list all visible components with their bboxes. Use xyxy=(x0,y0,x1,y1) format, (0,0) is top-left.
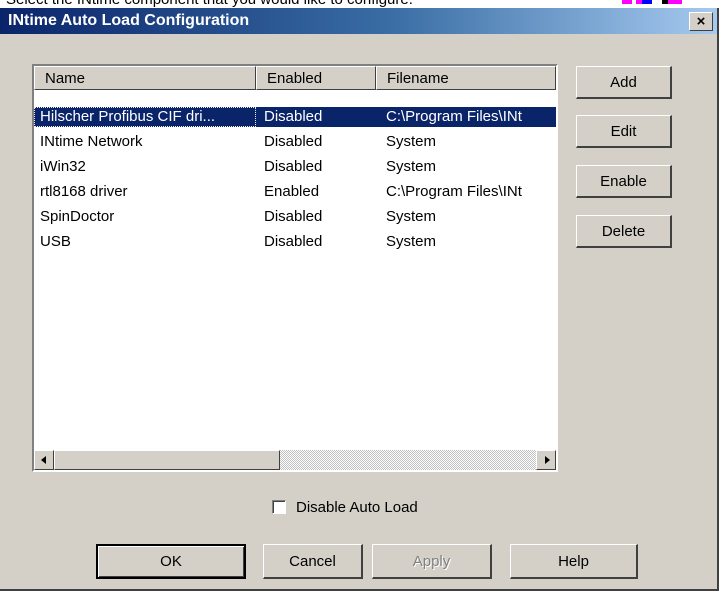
list-item-filename: C:\Program Files\INt xyxy=(386,183,522,200)
disable-auto-load-checkbox[interactable] xyxy=(272,500,286,514)
scroll-right-button[interactable] xyxy=(536,450,556,470)
background-window-strip: Select the INtime component that you wou… xyxy=(0,0,721,8)
delete-button[interactable]: Delete xyxy=(576,215,672,248)
list-item-enabled: Enabled xyxy=(264,183,320,200)
list-item-enabled: Disabled xyxy=(256,107,376,127)
arrow-right-icon xyxy=(545,456,550,464)
list-item[interactable]: iWin32 Disabled System xyxy=(34,157,556,182)
help-button[interactable]: Help xyxy=(510,544,638,579)
cancel-button[interactable]: Cancel xyxy=(263,544,363,579)
column-header-filename[interactable]: Filename xyxy=(376,66,556,90)
delete-button-label: Delete xyxy=(601,222,646,240)
add-button-label: Add xyxy=(610,73,637,91)
list-item-filename: System xyxy=(386,133,437,150)
auto-load-config-dialog: INtime Auto Load Configuration × Name En… xyxy=(0,8,719,591)
help-button-label: Help xyxy=(558,552,589,570)
list-header: Name Enabled Filename xyxy=(34,66,556,90)
list-item-filename: System xyxy=(386,208,437,225)
close-icon: × xyxy=(696,13,706,30)
title-bar[interactable]: INtime Auto Load Configuration × xyxy=(0,8,717,34)
list-item-filename: C:\Program Files\INt xyxy=(376,107,556,127)
list-item-name: rtl8168 driver xyxy=(40,183,128,200)
edit-button-label: Edit xyxy=(610,122,637,140)
list-item-name: INtime Network xyxy=(40,133,143,150)
dialog-title: INtime Auto Load Configuration xyxy=(8,12,250,29)
close-button[interactable]: × xyxy=(689,12,713,31)
cancel-button-label: Cancel xyxy=(289,552,336,570)
enable-button[interactable]: Enable xyxy=(576,165,672,198)
list-item-filename: System xyxy=(386,233,437,250)
list-item-enabled: Disabled xyxy=(264,208,323,225)
arrow-left-icon xyxy=(41,456,46,464)
edit-button[interactable]: Edit xyxy=(576,115,672,148)
disable-auto-load-label[interactable]: Disable Auto Load xyxy=(296,499,418,516)
ok-button-label: OK xyxy=(160,553,182,570)
list-item-enabled: Disabled xyxy=(264,158,323,175)
list-item-filename: System xyxy=(386,158,437,175)
enable-button-label: Enable xyxy=(600,172,647,190)
ok-button[interactable]: OK xyxy=(96,544,246,579)
list-item-name: SpinDoctor xyxy=(40,208,115,225)
list-item-name: USB xyxy=(40,233,71,250)
list-item[interactable]: Hilscher Profibus CIF dri... Disabled C:\P… xyxy=(34,107,556,132)
disable-auto-load-option[interactable]: Disable Auto Load xyxy=(272,497,418,517)
list-item-enabled: Disabled xyxy=(264,133,323,150)
scroll-thumb[interactable] xyxy=(54,450,280,470)
list-item[interactable]: rtl8168 driver Enabled C:\Program Files\IN… xyxy=(34,182,556,207)
list-item-name: iWin32 xyxy=(40,158,86,175)
component-list[interactable]: Name Enabled Filename Hilscher Profibus … xyxy=(32,64,558,472)
list-item[interactable]: INtime Network Disabled System xyxy=(34,132,556,157)
horizontal-scrollbar[interactable] xyxy=(34,450,556,470)
apply-button: Apply xyxy=(372,544,492,579)
list-item-name: Hilscher Profibus CIF dri... xyxy=(34,107,256,127)
scroll-left-button[interactable] xyxy=(34,450,54,470)
list-body: Hilscher Profibus CIF dri... Disabled C:\P… xyxy=(34,107,556,257)
column-header-name[interactable]: Name xyxy=(34,66,256,90)
add-button[interactable]: Add xyxy=(576,66,672,99)
list-item[interactable]: USB Disabled System xyxy=(34,232,556,257)
column-header-enabled[interactable]: Enabled xyxy=(256,66,376,90)
list-item[interactable]: SpinDoctor Disabled System xyxy=(34,207,556,232)
background-toolbar-marks xyxy=(622,0,682,4)
list-item-enabled: Disabled xyxy=(264,233,323,250)
background-instruction-text: Select the INtime component that you wou… xyxy=(6,0,413,8)
apply-button-label: Apply xyxy=(412,552,451,570)
